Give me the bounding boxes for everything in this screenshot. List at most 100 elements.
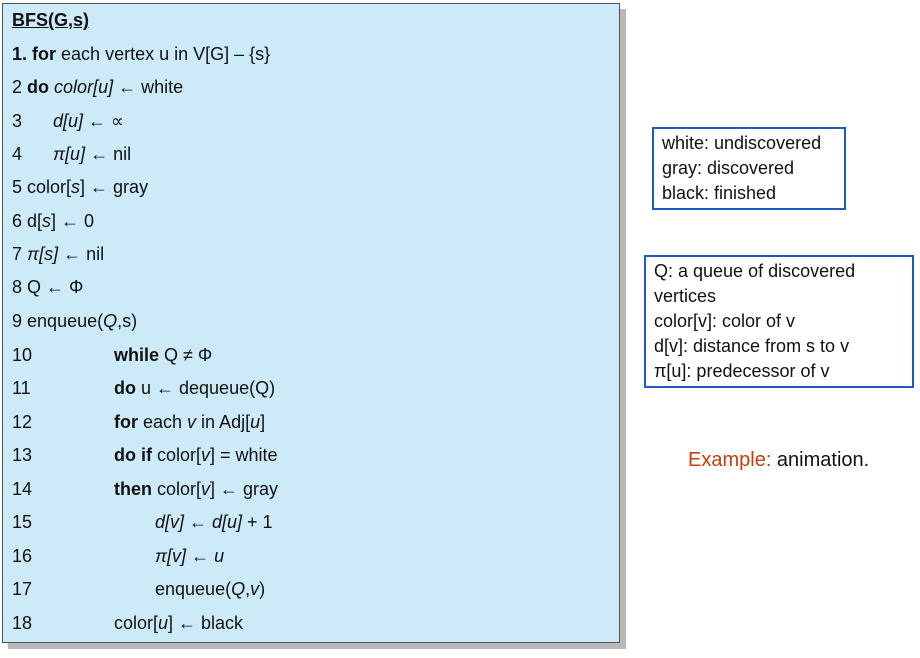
code-line-16: 16 π[v] ← u xyxy=(12,545,224,567)
code-var: [u] xyxy=(93,77,114,97)
code-text: ← nil xyxy=(58,244,105,264)
code-text: ] ← gray xyxy=(80,177,149,197)
legend-item-white: white: undiscovered xyxy=(662,133,822,153)
code-line-5: 5 color[s] ← gray xyxy=(12,176,148,198)
code-text: Q ≠ Φ xyxy=(159,345,213,365)
code-var: v xyxy=(201,445,211,465)
code-text: ) xyxy=(259,579,266,599)
legend-item-color: color[v]: color of v xyxy=(654,311,796,331)
code-text: Q ← Φ xyxy=(27,277,84,297)
line-number: 2 xyxy=(12,77,23,97)
line-number: 3 xyxy=(12,111,23,131)
line-number: 10 xyxy=(12,345,33,365)
keyword: then xyxy=(114,479,152,499)
code-var: π[v] ← u xyxy=(155,546,225,566)
code-text: enqueue( xyxy=(155,579,232,599)
line-number: 12 xyxy=(12,412,33,432)
code-text: ] ← black xyxy=(168,613,244,633)
code-text: ] ← gray xyxy=(210,479,279,499)
color-legend: white: undiscovered gray: discovered bla… xyxy=(652,127,846,210)
code-line-12: 12 for each v in Adj[u] xyxy=(12,411,265,433)
code-line-15: 15 d[v] ← d[u] + 1 xyxy=(12,511,273,533)
line-number: 8 xyxy=(12,277,23,297)
code-var: v xyxy=(250,579,260,599)
legend-item-black: black: finished xyxy=(662,183,777,203)
code-text: ] = white xyxy=(210,445,278,465)
algorithm-title: BFS(G,s) xyxy=(12,10,90,30)
legend-item-queue-cont: vertices xyxy=(654,286,717,306)
line-number: 4 xyxy=(12,144,23,164)
code-text: color[ xyxy=(114,613,159,633)
code-text: ← ∝ xyxy=(83,111,124,131)
line-number: 6 xyxy=(12,211,23,231)
keyword: do if xyxy=(114,445,152,465)
code-line-6: 6 d[s] ← 0 xyxy=(12,210,94,232)
example-caption: Example: animation. xyxy=(688,449,869,472)
code-var: π[s] xyxy=(27,244,59,264)
animation-link[interactable]: animation. xyxy=(771,449,869,471)
code-var: u xyxy=(250,412,261,432)
code-text: u ← dequeue(Q) xyxy=(136,378,276,398)
code-text: color[ xyxy=(152,445,202,465)
line-number: 13 xyxy=(12,445,33,465)
line-number: 18 xyxy=(12,613,33,633)
code-line-17: 17 enqueue(Q,v) xyxy=(12,578,265,600)
legend-item-queue: Q: a queue of discovered xyxy=(654,261,856,281)
algorithm-panel: BFS(G,s) 1. for each vertex u in V[G] – … xyxy=(2,3,620,643)
code-var: s xyxy=(42,211,52,231)
code-text: in Adj[ xyxy=(196,412,251,432)
code-text: ] xyxy=(260,412,266,432)
code-text: + 1 xyxy=(242,512,273,532)
code-text: each vertex u in V[G] – {s} xyxy=(56,44,271,64)
code-var: v xyxy=(187,412,197,432)
keyword: while xyxy=(114,345,160,365)
legend-item-gray: gray: discovered xyxy=(662,158,795,178)
keyword: do xyxy=(114,378,136,398)
code-text: ,s) xyxy=(117,311,138,331)
code-text: enqueue( xyxy=(27,311,104,331)
example-label: Example: xyxy=(688,449,772,471)
line-number: 14 xyxy=(12,479,33,499)
code-line-7: 7 π[s] ← nil xyxy=(12,243,104,265)
code-text: ] ← 0 xyxy=(51,211,95,231)
code-line-14: 14 then color[v] ← gray xyxy=(12,478,278,500)
code-line-9: 9 enqueue(Q,s) xyxy=(12,310,137,332)
code-text: d[ xyxy=(27,211,43,231)
code-line-1: 1. for each vertex u in V[G] – {s} xyxy=(12,43,270,65)
code-line-8: 8 Q ← Φ xyxy=(12,276,83,298)
terms-legend: Q: a queue of discovered vertices color[… xyxy=(644,255,914,388)
code-var: d[v] ← d[u] xyxy=(155,512,243,532)
line-number: 9 xyxy=(12,311,23,331)
code-var: Q xyxy=(231,579,246,599)
code-text: color[ xyxy=(152,479,202,499)
code-var: d[u] xyxy=(53,111,84,131)
code-line-18: 18 color[u] ← black xyxy=(12,612,243,634)
line-number: 15 xyxy=(12,512,33,532)
code-line-3: 3 d[u] ← ∝ xyxy=(12,110,124,132)
line-number: 17 xyxy=(12,579,33,599)
line-number: 11 xyxy=(12,378,31,398)
code-var: s xyxy=(71,177,81,197)
code-line-11: 11 do u ← dequeue(Q) xyxy=(12,377,275,399)
code-line-10: 10 while Q ≠ Φ xyxy=(12,344,212,366)
line-number: 5 xyxy=(12,177,23,197)
line-number: 7 xyxy=(12,244,23,264)
code-var: v xyxy=(201,479,211,499)
code-text: color[ xyxy=(27,177,72,197)
code-text: ← nil xyxy=(85,144,132,164)
code-var: u xyxy=(158,613,169,633)
keyword: do xyxy=(27,77,50,97)
line-number: 16 xyxy=(12,546,33,566)
keyword: for xyxy=(32,44,57,64)
code-line-13: 13 do if color[v] = white xyxy=(12,444,278,466)
code-text: ← white xyxy=(113,77,184,97)
code-text: each xyxy=(138,412,188,432)
code-var: π[u] xyxy=(53,144,86,164)
legend-item-distance: d[v]: distance from s to v xyxy=(654,336,850,356)
keyword: for xyxy=(114,412,138,432)
code-line-4: 4 π[u] ← nil xyxy=(12,143,131,165)
code-line-2: 2 do color[u] ← white xyxy=(12,76,183,98)
line-number: 1. xyxy=(12,44,28,64)
code-var: Q xyxy=(103,311,118,331)
legend-item-predecessor: π[u]: predecessor of v xyxy=(654,361,830,381)
